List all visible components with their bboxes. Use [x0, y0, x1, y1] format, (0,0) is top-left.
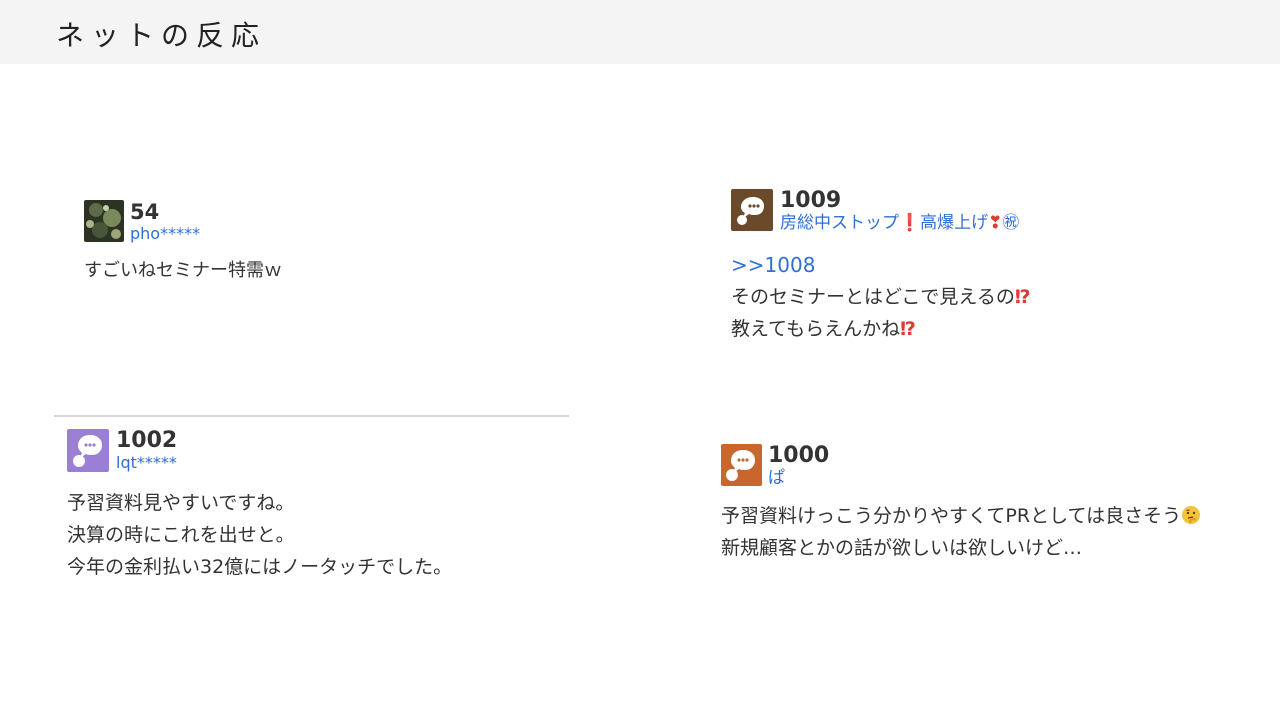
post-text-line: 今年の金利払い32億にはノータッチでした。	[67, 556, 453, 578]
avatar-photo[interactable]	[84, 200, 124, 242]
comment-post-1009: 1009 房総中ストップ❗高爆上げ❣㊗ >>1008 そのセミナーとはどこで見え…	[731, 189, 1231, 349]
post-username[interactable]: 房総中ストップ❗高爆上げ❣㊗	[780, 213, 1019, 233]
heart-exclamation-icon: ❣	[988, 213, 1003, 233]
post-body: すごいねセミナー特需ｗ	[84, 258, 282, 284]
post-number[interactable]: 1009	[780, 189, 841, 213]
post-text: そのセミナーとはどこで見えるの	[731, 286, 1015, 308]
post-username[interactable]: lqt*****	[116, 453, 177, 473]
post-username[interactable]: pho*****	[130, 224, 200, 244]
avatar-user[interactable]	[721, 444, 762, 486]
post-number[interactable]: 1000	[768, 444, 829, 468]
post-text-line: そのセミナーとはどこで見えるの⁉	[731, 281, 1031, 313]
post-number[interactable]: 54	[130, 200, 159, 224]
post-text-line: 予習資料見やすいですね。	[67, 492, 295, 514]
speech-bubble-icon	[67, 429, 109, 472]
username-part: 房総中ストップ	[780, 213, 899, 233]
celebration-icon: ㊗	[1002, 213, 1020, 233]
post-text-line: 教えてもらえんかね⁉	[731, 313, 1031, 345]
avatar-user[interactable]	[731, 189, 773, 231]
page-header: ネットの反応	[0, 0, 1280, 64]
reply-link[interactable]: >>1008	[731, 249, 1031, 281]
post-body: >>1008 そのセミナーとはどこで見えるの⁉ 教えてもらえんかね⁉	[731, 249, 1031, 345]
username-part: 高爆上げ	[920, 213, 989, 233]
speech-bubble-icon	[731, 189, 773, 231]
speech-bubble-icon	[721, 444, 762, 486]
avatar-user[interactable]	[67, 429, 109, 472]
post-text: 予習資料けっこう分かりやすくてPRとしては良さそう	[721, 505, 1182, 527]
post-text-line: 新規顧客とかの話が欲しいは欲しいけど…	[721, 537, 1083, 559]
interrobang-icon: ⁉	[1014, 286, 1031, 308]
post-body: 予習資料けっこう分かりやすくてPRとしては良さそう 新規顧客とかの話が欲しいは欲…	[721, 500, 1201, 564]
post-text: 教えてもらえんかね	[731, 318, 901, 340]
post-text-line: すごいねセミナー特需ｗ	[84, 260, 282, 281]
interrobang-icon: ⁉	[900, 318, 916, 340]
divider	[54, 415, 569, 417]
page-title: ネットの反応	[56, 19, 267, 52]
comment-post-1002: 1002 lqt***** 予習資料見やすいですね。 決算の時にこれを出せと。 …	[67, 429, 567, 589]
post-number[interactable]: 1002	[116, 429, 177, 453]
avatar-photo-icon	[84, 200, 124, 242]
comment-post-54: 54 pho***** すごいねセミナー特需ｗ	[84, 200, 504, 290]
exclamation-icon: ❗	[899, 213, 921, 233]
post-text-line: 予習資料けっこう分かりやすくてPRとしては良さそう	[721, 500, 1201, 532]
post-username[interactable]: ぱ	[768, 468, 785, 488]
post-body: 予習資料見やすいですね。 決算の時にこれを出せと。 今年の金利払い32億にはノー…	[67, 487, 452, 583]
post-text-line: 決算の時にこれを出せと。	[67, 524, 295, 546]
thinking-face-icon	[1182, 506, 1201, 524]
comment-post-1000: 1000 ぱ 予習資料けっこう分かりやすくてPRとしては良さそう 新規顧客とかの…	[721, 444, 1261, 574]
